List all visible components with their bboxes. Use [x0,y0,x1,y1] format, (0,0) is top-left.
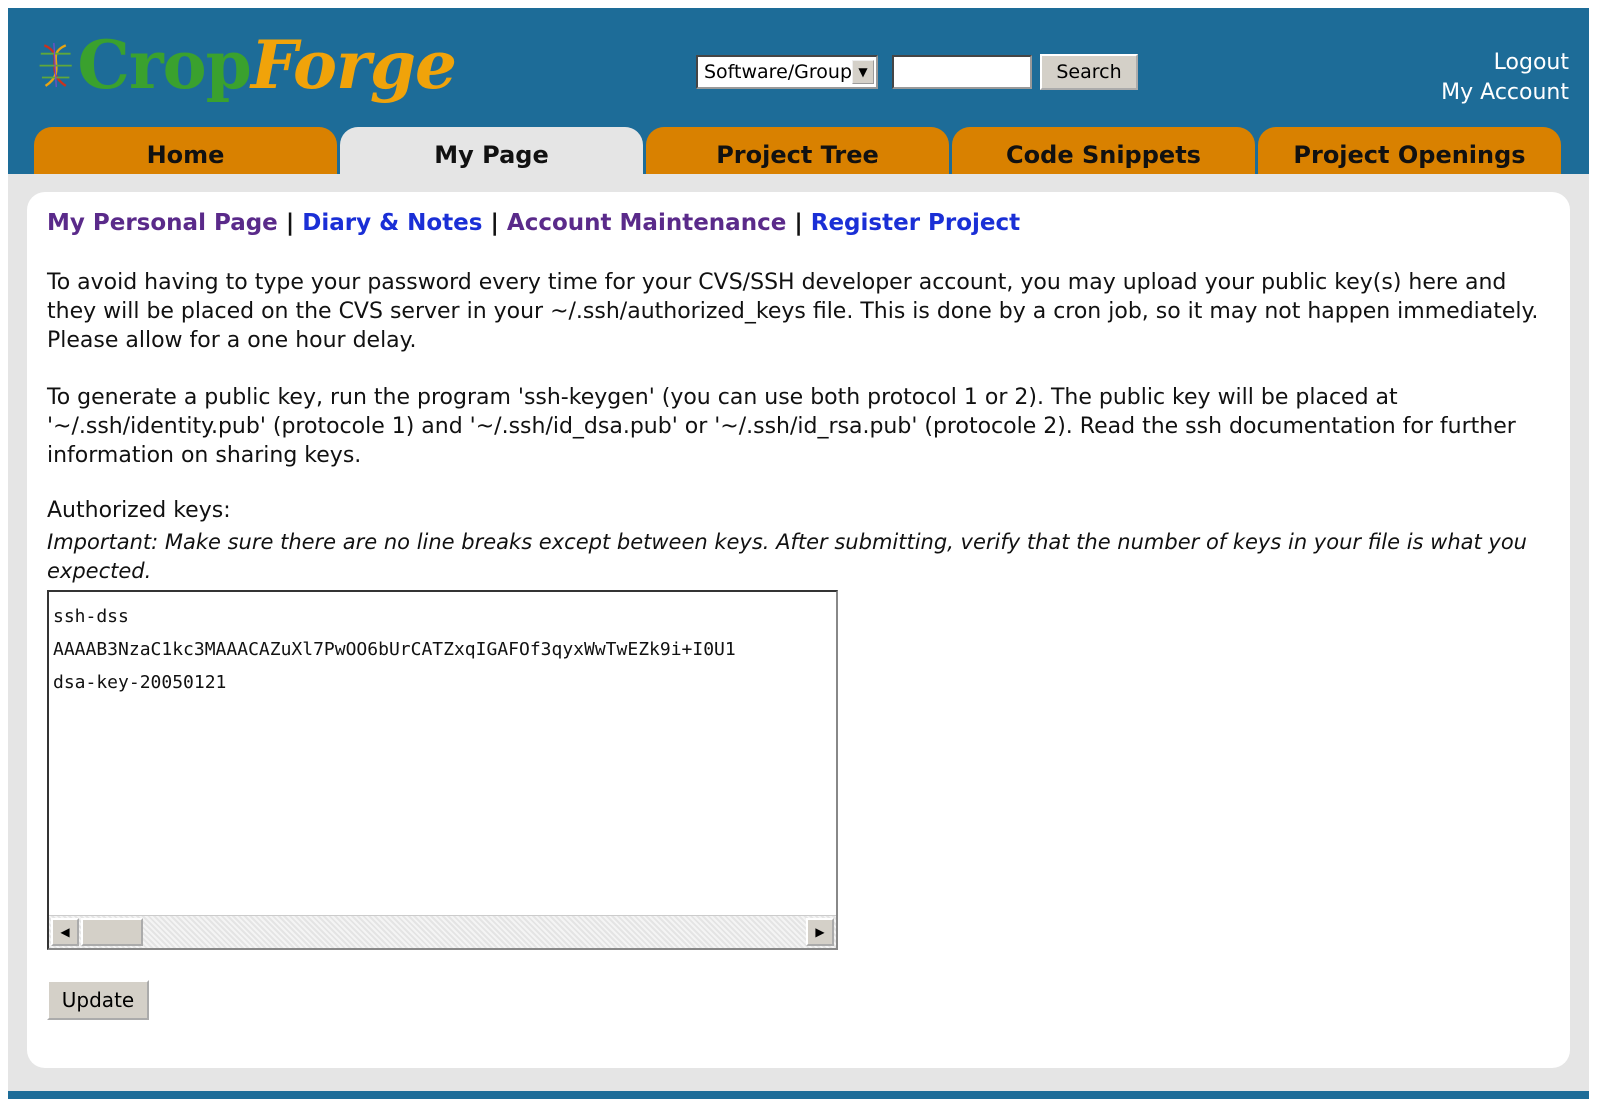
authorized-keys-value: ssh-dss AAAAB3NzaC1kc3MAAACAZuXl7PwOO6bU… [53,606,736,693]
sub-navigation: My Personal Page | Diary & Notes | Accou… [47,210,1020,236]
subnav-separator: | [490,210,499,236]
content-wrapper: My Personal Page | Diary & Notes | Accou… [8,174,1589,1091]
generate-key-paragraph: To generate a public key, run the progra… [47,385,1516,468]
logo-wordmark: CropForge [77,26,457,104]
search-input[interactable] [892,55,1032,89]
authorized-keys-label: Authorized keys: [47,498,231,523]
content-panel: My Personal Page | Diary & Notes | Accou… [27,192,1570,1068]
scroll-thumb[interactable] [81,918,143,946]
search-button[interactable]: Search [1040,54,1138,90]
dropdown-arrow-icon[interactable]: ▼ [852,60,874,84]
subnav-register-project[interactable]: Register Project [811,210,1020,236]
page: CropForge Software/Group ▼ Search Logout… [0,0,1597,1107]
subnav-diary-notes[interactable]: Diary & Notes [302,210,482,236]
search-scope-value: Software/Group [704,61,853,83]
subnav-separator: | [794,210,803,236]
dna-logo-icon [39,42,72,88]
logout-link[interactable]: Logout [1441,48,1569,78]
search-scope-select[interactable]: Software/Group ▼ [696,55,878,89]
subnav-separator: | [285,210,295,236]
horizontal-scrollbar[interactable]: ◀ ▶ [49,915,836,948]
subnav-my-personal-page[interactable]: My Personal Page [47,210,278,236]
account-links: Logout My Account [1441,48,1569,108]
cropforge-logo[interactable]: CropForge [36,20,457,110]
authorized-keys-note: Important: Make sure there are no line b… [47,530,1527,583]
subnav-account-maintenance[interactable]: Account Maintenance [507,210,786,236]
update-button[interactable]: Update [47,980,149,1020]
scroll-right-icon[interactable]: ▶ [806,918,834,946]
my-account-link[interactable]: My Account [1441,78,1569,108]
scroll-left-icon[interactable]: ◀ [51,918,79,946]
intro-paragraph: To avoid having to type your password ev… [47,270,1539,353]
authorized-keys-textarea[interactable]: ssh-dss AAAAB3NzaC1kc3MAAACAZuXl7PwOO6bU… [47,590,838,950]
